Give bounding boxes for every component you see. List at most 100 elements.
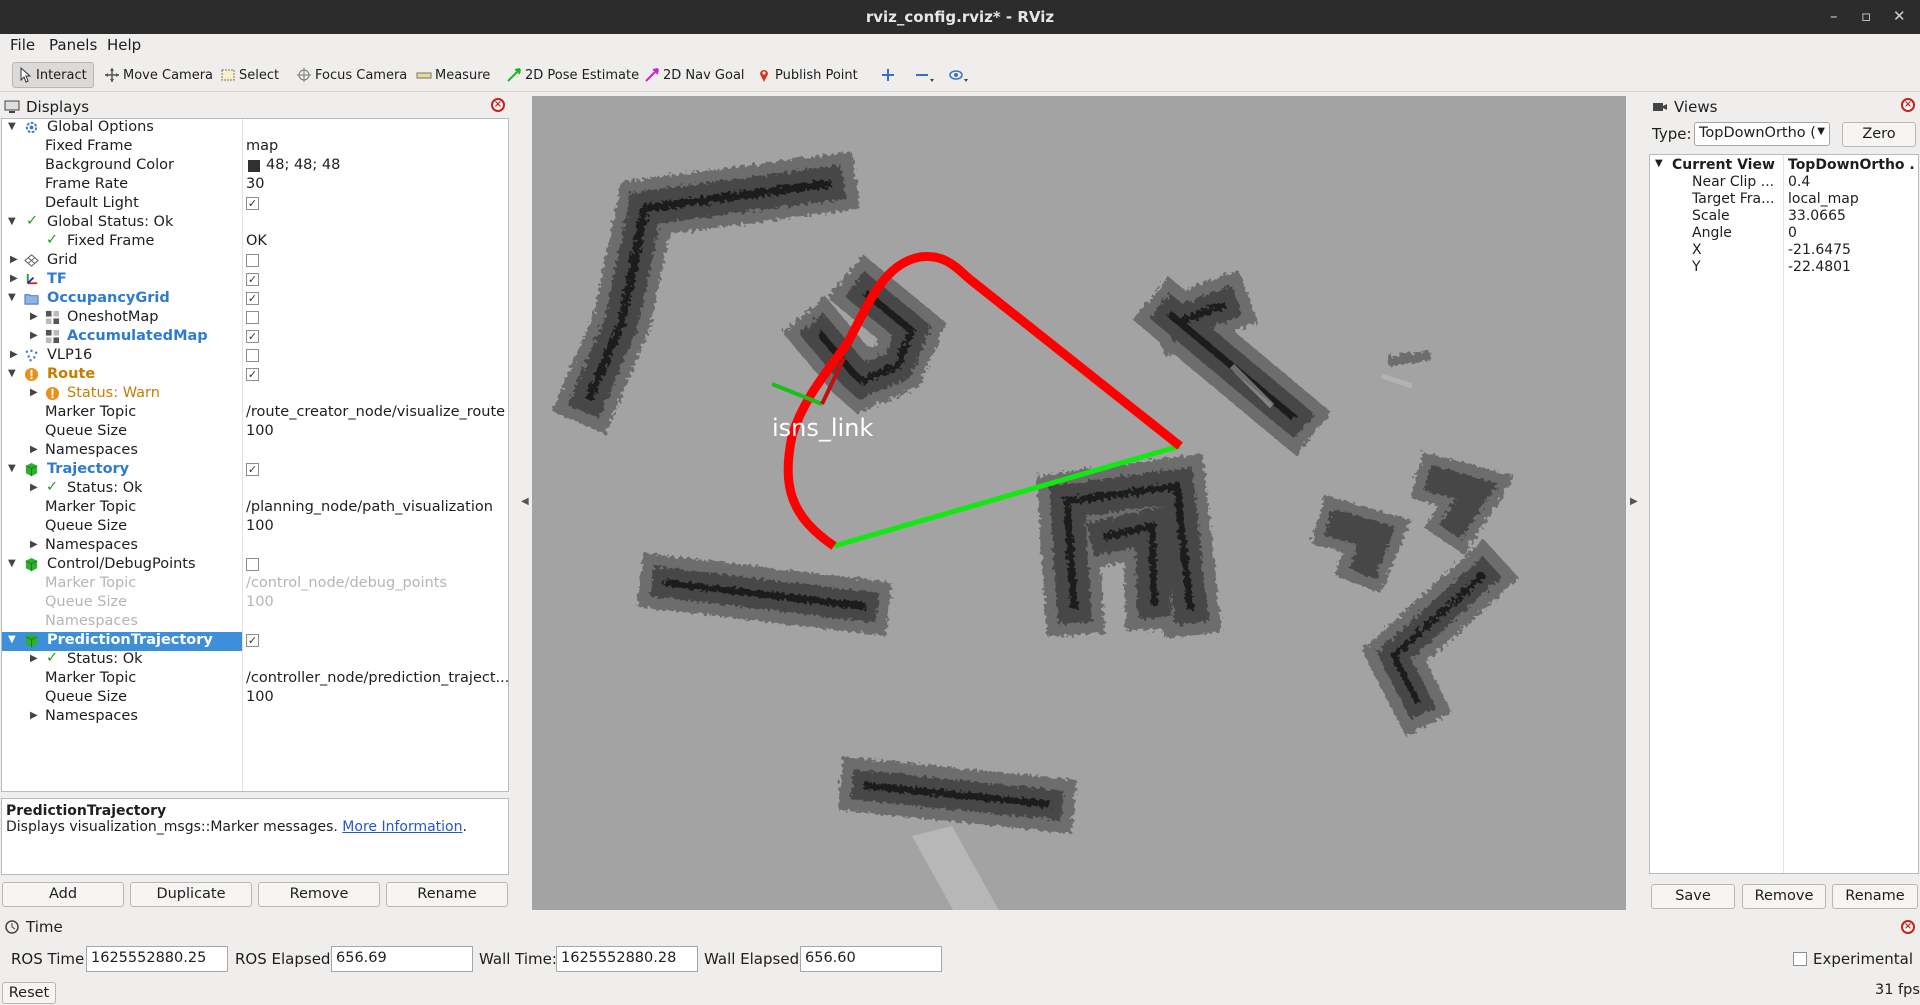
view-row-near-clip[interactable]: Near Clip ... 0.4 <box>1650 174 1918 191</box>
expand-arrow-icon[interactable]: ▼ <box>8 463 16 474</box>
tree-row-namespaces[interactable]: ▶ Namespaces <box>2 537 508 556</box>
checkbox[interactable] <box>246 254 259 267</box>
experimental-checkbox[interactable] <box>1793 952 1807 966</box>
maximize-icon[interactable]: ▫ <box>1861 7 1871 25</box>
close-panel-icon[interactable]: × <box>1901 920 1915 934</box>
checkbox[interactable] <box>246 311 259 324</box>
ros-time-field[interactable]: 1625552880.25 <box>86 946 228 972</box>
tree-row-trajectory[interactable]: ▼ Trajectory ✓ <box>2 461 508 480</box>
eye-icon[interactable] <box>948 67 970 83</box>
tree-row-trajectory-status[interactable]: ▶ ✓ Status: Ok <box>2 479 508 499</box>
tree-row-marker-topic[interactable]: Marker Topic /controller_node/prediction… <box>2 670 508 689</box>
tree-row-tf[interactable]: ▶ TF ✓ <box>2 271 508 290</box>
queue-size-value[interactable]: 100 <box>246 689 274 705</box>
tree-row-global-options[interactable]: ▼ Global Options <box>2 119 508 138</box>
menu-panels[interactable]: Panels <box>49 36 97 54</box>
expand-arrow-icon[interactable]: ▼ <box>8 216 16 227</box>
collapse-arrow-icon[interactable]: ▶ <box>30 482 38 493</box>
tool-interact[interactable]: Interact <box>12 62 94 88</box>
tree-row-grid[interactable]: ▶ Grid <box>2 252 508 271</box>
ros-elapsed-field[interactable]: 656.69 <box>331 946 473 972</box>
tree-row-accumulatedmap[interactable]: ▶ AccumulatedMap ✓ <box>2 328 508 347</box>
tree-row-background-color[interactable]: Background Color 48; 48; 48 <box>2 157 508 176</box>
tree-row-fixed-frame[interactable]: Fixed Frame map <box>2 138 508 157</box>
wall-time-field[interactable]: 1625552880.28 <box>556 946 698 972</box>
view-type-select[interactable]: TopDownOrtho ( ▼ <box>1694 122 1830 146</box>
tree-row-queue-size[interactable]: Queue Size 100 <box>2 689 508 708</box>
checkbox[interactable]: ✓ <box>246 330 259 343</box>
collapse-left-icon[interactable]: ◀ <box>521 496 529 507</box>
expand-arrow-icon[interactable]: ▼ <box>8 121 16 132</box>
close-panel-icon[interactable]: × <box>491 98 505 112</box>
frame-rate-value[interactable]: 30 <box>246 176 264 192</box>
close-panel-icon[interactable]: × <box>1901 98 1915 112</box>
add-button[interactable]: Add <box>2 882 124 907</box>
tree-row-predictiontrajectory[interactable]: ▼ PredictionTrajectory <box>2 632 242 651</box>
checkbox[interactable] <box>246 349 259 362</box>
tool-move-camera[interactable]: Move Camera <box>100 62 217 88</box>
tree-row-default-light[interactable]: Default Light ✓ <box>2 195 508 214</box>
expand-arrow-icon[interactable]: ▼ <box>1655 158 1663 169</box>
view-row-scale[interactable]: Scale 33.0665 <box>1650 208 1918 225</box>
view-row-angle[interactable]: Angle 0 <box>1650 225 1918 242</box>
view-value[interactable]: local_map <box>1788 191 1916 207</box>
view-value[interactable]: -22.4801 <box>1788 259 1916 275</box>
expand-arrow-icon[interactable]: ▼ <box>8 292 16 303</box>
save-view-button[interactable]: Save <box>1651 884 1735 909</box>
view-value[interactable]: 0 <box>1788 225 1916 241</box>
render-viewport[interactable]: isns_link <box>532 96 1626 910</box>
view-row-target-frame[interactable]: Target Fra... local_map <box>1650 191 1918 208</box>
rename-view-button[interactable]: Rename <box>1832 884 1918 909</box>
tree-row-prediction-status[interactable]: ▶ ✓ Status: Ok <box>2 650 508 670</box>
fixed-frame-value[interactable]: map <box>246 138 278 154</box>
tree-row-namespaces[interactable]: ▶ Namespaces <box>2 708 508 727</box>
remove-view-button[interactable]: Remove <box>1742 884 1826 909</box>
rename-display-button[interactable]: Rename <box>386 882 508 907</box>
view-value[interactable]: 0.4 <box>1788 174 1916 190</box>
displays-tree[interactable]: ▼ Global Options Fixed Frame map Backgro… <box>1 118 509 792</box>
background-color-value[interactable]: 48; 48; 48 <box>266 157 340 173</box>
collapse-arrow-icon[interactable]: ▶ <box>30 539 38 550</box>
expand-arrow-icon[interactable]: ▼ <box>8 634 16 645</box>
checkbox[interactable] <box>246 558 259 571</box>
view-row-current-view[interactable]: ▼ Current View TopDownOrtho ... <box>1650 157 1918 174</box>
remove-display-button[interactable]: Remove <box>258 882 380 907</box>
expand-arrow-icon[interactable]: ▼ <box>8 558 16 569</box>
collapse-arrow-icon[interactable]: ▶ <box>30 653 38 664</box>
checkbox[interactable]: ✓ <box>246 197 259 210</box>
color-swatch[interactable] <box>248 160 260 172</box>
tree-row-global-status[interactable]: ▼ ✓ Global Status: Ok <box>2 213 508 233</box>
checkbox[interactable]: ✓ <box>246 463 259 476</box>
duplicate-button[interactable]: Duplicate <box>130 882 252 907</box>
checkbox[interactable]: ✓ <box>246 634 259 647</box>
tree-row-route-status[interactable]: ▶ Status: Warn <box>2 385 508 404</box>
tree-row-queue-size[interactable]: Queue Size 100 <box>2 423 508 442</box>
checkbox[interactable]: ✓ <box>246 292 259 305</box>
tree-row-route[interactable]: ▼ Route ✓ <box>2 366 508 385</box>
collapse-arrow-icon[interactable]: ▶ <box>10 349 18 360</box>
view-value[interactable]: -21.6475 <box>1788 242 1916 258</box>
tool-focus-camera[interactable]: Focus Camera <box>292 62 411 88</box>
tool-2d-pose-estimate[interactable]: 2D Pose Estimate <box>502 62 643 88</box>
menu-file[interactable]: File <box>10 36 35 54</box>
tree-row-fixed-frame-status[interactable]: ✓ Fixed Frame OK <box>2 232 508 252</box>
collapse-arrow-icon[interactable]: ▶ <box>30 444 38 455</box>
view-row-y[interactable]: Y -22.4801 <box>1650 259 1918 276</box>
collapse-arrow-icon[interactable]: ▶ <box>10 273 18 284</box>
tool-2d-nav-goal[interactable]: 2D Nav Goal <box>640 62 749 88</box>
tree-row-marker-topic[interactable]: Marker Topic /planning_node/path_visuali… <box>2 499 508 518</box>
collapse-arrow-icon[interactable]: ▶ <box>30 710 38 721</box>
view-value[interactable]: 33.0665 <box>1788 208 1916 224</box>
collapse-arrow-icon[interactable]: ▶ <box>30 387 38 398</box>
minimize-icon[interactable]: – <box>1830 7 1838 25</box>
checkbox[interactable]: ✓ <box>246 273 259 286</box>
more-information-link[interactable]: More Information <box>342 819 462 835</box>
tree-row-occupancygrid[interactable]: ▼ OccupancyGrid ✓ <box>2 290 508 309</box>
close-icon[interactable]: ✕ <box>1893 7 1906 25</box>
remove-tool-icon[interactable] <box>914 67 936 83</box>
reset-button[interactable]: Reset <box>2 982 56 1004</box>
collapse-arrow-icon[interactable]: ▶ <box>10 254 18 265</box>
view-row-x[interactable]: X -21.6475 <box>1650 242 1918 259</box>
checkbox[interactable]: ✓ <box>246 368 259 381</box>
zero-button[interactable]: Zero <box>1842 122 1916 147</box>
